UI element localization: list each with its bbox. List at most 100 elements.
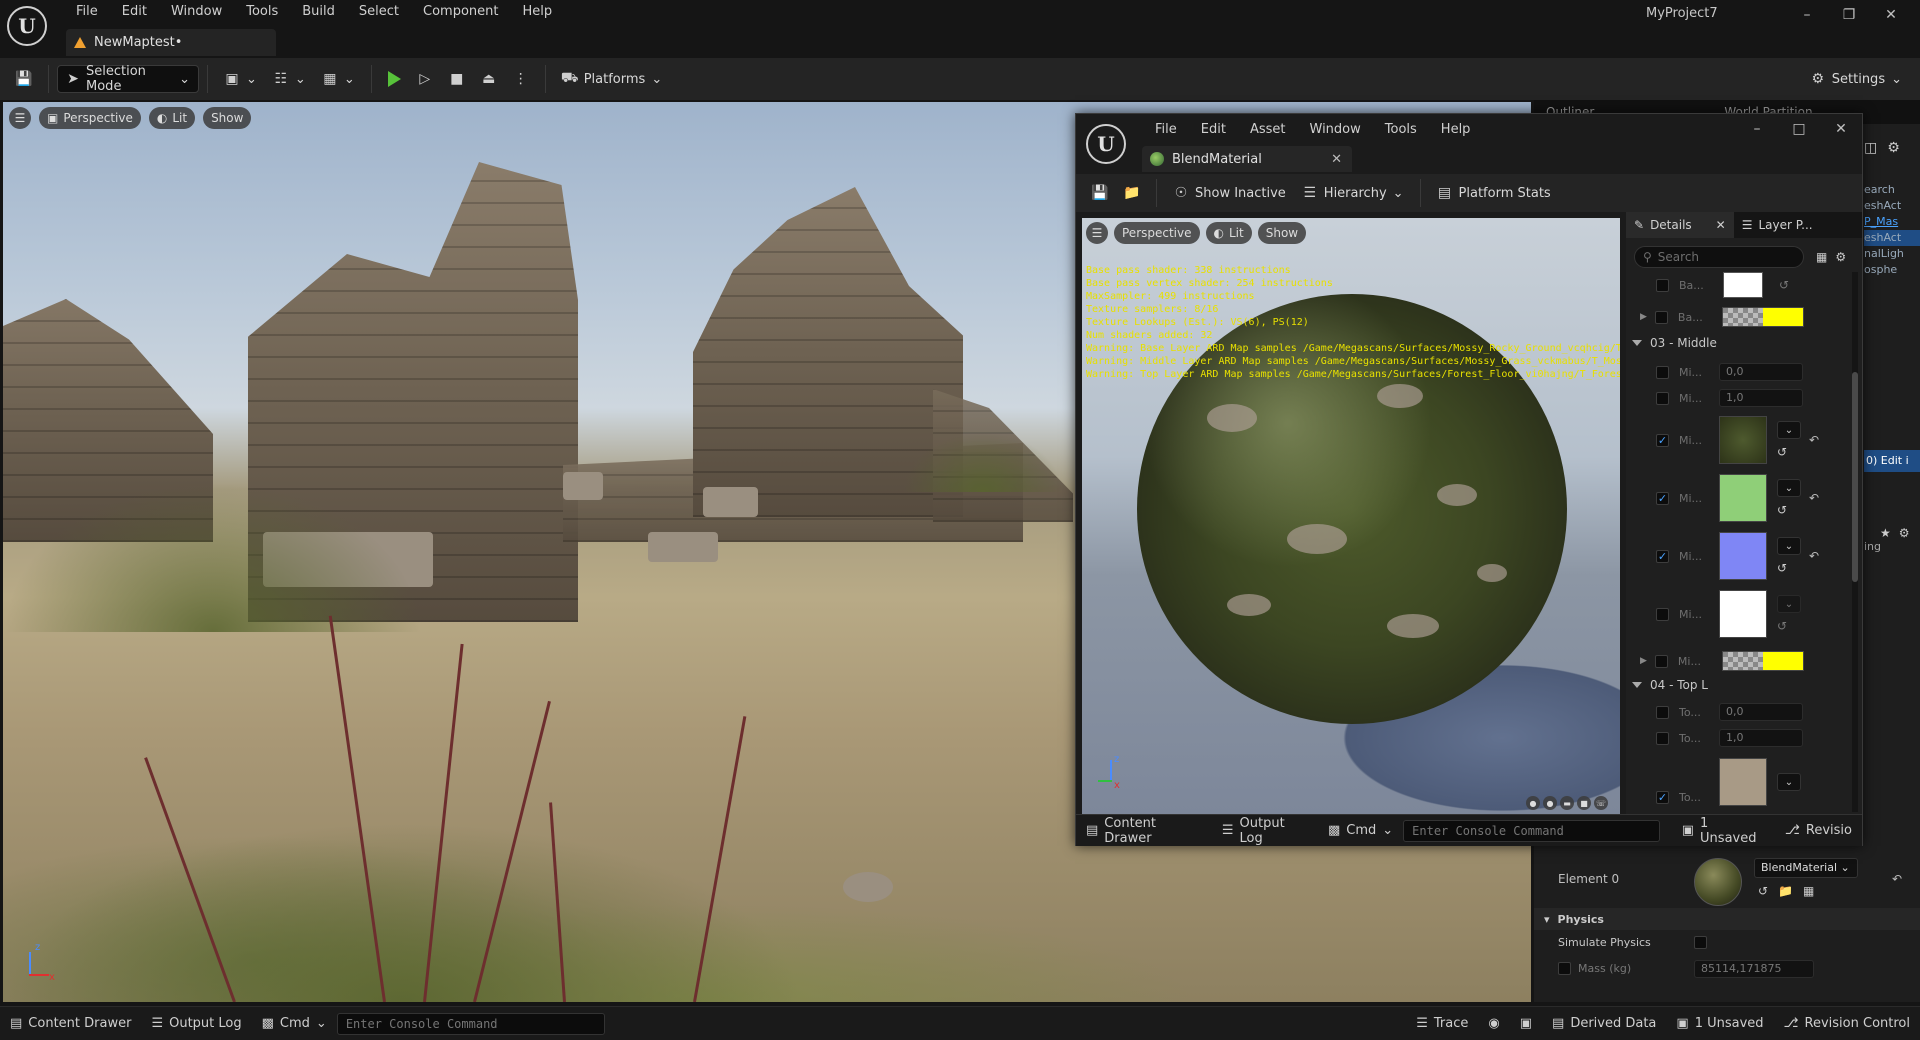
param-checkbox[interactable] [1656,731,1669,745]
hamburger-menu-icon[interactable]: ☰ [9,107,31,129]
trace-button[interactable]: ☰ Trace [1406,1010,1478,1038]
unreal-logo-icon[interactable]: U [1086,124,1126,164]
close-tab-icon[interactable]: ✕ [1716,218,1726,232]
param-checkbox-checked[interactable]: ✓ [1656,433,1669,447]
menu-file[interactable]: File [64,0,110,24]
material-thumbnail[interactable] [1694,858,1742,906]
revision-control-button[interactable]: ⎇ Revision Control [1774,1010,1920,1038]
outliner-item[interactable]: earch [1864,182,1920,198]
texture-thumbnail[interactable] [1719,758,1767,806]
hamburger-menu-icon[interactable]: ☰ [1086,222,1108,244]
param-number-field[interactable]: 1,0 [1719,729,1803,747]
revision-control-button[interactable]: ⎇ Revisio [1775,817,1862,845]
reset-arrow-icon[interactable]: ↶ [1809,549,1819,563]
material-tab[interactable]: BlendMaterial ✕ [1142,146,1352,172]
use-selected-icon[interactable]: ↺ [1779,278,1789,292]
menu-component[interactable]: Component [411,0,510,24]
gear-icon[interactable]: ⚙ [1835,250,1846,264]
platforms-dropdown[interactable]: ⛟ Platforms ⌄ [554,65,671,93]
menu-build[interactable]: Build [290,0,347,24]
derived-data-button[interactable]: ▤ Derived Data [1542,1010,1666,1038]
lit-button[interactable]: ◐ Lit [148,107,196,129]
category-middle-layer[interactable]: 03 - Middle [1632,336,1852,350]
menu-select[interactable]: Select [347,0,411,24]
settings-dropdown[interactable]: ⚙ Settings ⌄ [1802,65,1910,93]
play-options-button[interactable]: ⋮ [505,65,537,93]
use-selected-icon[interactable]: ↺ [1777,561,1801,575]
platform-stats-button[interactable]: ▤ Platform Stats [1429,179,1559,207]
show-button[interactable]: Show [203,107,252,129]
menu-edit[interactable]: Edit [110,0,159,24]
chevron-down-icon[interactable]: ⌄ [1777,595,1801,613]
restore-icon[interactable]: ❐ [1828,0,1870,30]
minimize-icon[interactable]: – [1736,114,1778,144]
param-number-field[interactable]: 1,0 [1719,389,1803,407]
tab-details[interactable]: ✎ Details ✕ [1626,212,1734,238]
param-checkbox[interactable] [1656,607,1669,621]
cube-icon[interactable]: ■ [1577,796,1591,810]
content-drawer-button[interactable]: ▤ Content Drawer [0,1010,141,1038]
output-log-button[interactable]: ☰ Output Log [141,1010,251,1038]
unsaved-button[interactable]: ▣ 1 Unsaved [1666,1010,1773,1038]
details-search-input[interactable]: ⚲ Search [1634,246,1804,268]
teapot-icon[interactable]: ☏ [1594,796,1608,810]
browse-icon[interactable]: 📁 [1116,179,1148,207]
category-top-layer[interactable]: 04 - Top L [1632,678,1852,692]
param-checkbox[interactable] [1656,365,1669,379]
use-selected-icon[interactable]: ↺ [1777,445,1801,459]
texture-thumbnail[interactable] [1719,474,1767,522]
menu-window[interactable]: Window [159,0,234,24]
param-checkbox-checked[interactable]: ✓ [1656,790,1669,804]
details-scrollbar[interactable] [1852,272,1858,812]
param-gradient-swatch[interactable] [1721,307,1804,327]
use-selected-icon[interactable]: ↺ [1758,884,1768,898]
tab-layer-parameters[interactable]: ☰ Layer P... [1734,212,1821,238]
param-checkbox[interactable] [1654,310,1668,324]
unreal-logo-icon[interactable]: U [7,6,47,46]
stop-button[interactable]: ■ [441,65,473,93]
show-inactive-button[interactable]: ☉ Show Inactive [1165,179,1294,207]
add-folder-icon[interactable]: ◫ [1864,140,1877,156]
menu-asset[interactable]: Asset [1238,118,1298,142]
texture-thumbnail[interactable] [1719,532,1767,580]
menu-tools[interactable]: Tools [1373,118,1429,142]
browse-icon[interactable]: 📁 [1778,884,1793,898]
reset-arrow-icon[interactable]: ↶ [1809,491,1819,505]
use-selected-icon[interactable]: ↺ [1777,503,1801,517]
blueprint-button[interactable]: ☷ ⌄ [265,65,314,93]
chevron-down-icon[interactable]: ⌄ [1777,421,1801,439]
close-tab-icon[interactable]: ✕ [1331,152,1342,167]
texture-thumbnail[interactable] [1719,416,1767,464]
perspective-button[interactable]: Perspective [1114,222,1200,244]
edit-button-fragment[interactable]: 0) Edit i [1864,450,1920,472]
reset-arrow-icon[interactable]: ↶ [1892,872,1902,886]
star-icon[interactable]: ★ [1880,526,1891,540]
scrollbar-thumb[interactable] [1852,372,1858,582]
output-log-button[interactable]: ☰ Output Log [1212,816,1318,846]
show-button[interactable]: Show [1257,222,1307,244]
cylinder-icon[interactable]: ● [1526,796,1540,810]
add-actor-button[interactable]: ▣ ⌄ [216,65,265,93]
param-checkbox-checked[interactable]: ✓ [1656,549,1669,563]
cmd-dropdown[interactable]: ▩ Cmd ⌄ [252,1010,337,1038]
param-checkbox-checked[interactable]: ✓ [1656,491,1669,505]
perspective-button[interactable]: ▣ Perspective [39,107,141,129]
content-drawer-button[interactable]: ▤ Content Drawer [1076,816,1212,846]
chevron-down-icon[interactable]: ⌄ [1777,537,1801,555]
param-gradient-swatch[interactable] [1721,651,1804,671]
selection-mode-dropdown[interactable]: ➤ Selection Mode ⌄ [57,64,199,94]
close-icon[interactable]: ✕ [1820,114,1862,144]
simulate-physics-checkbox[interactable] [1694,936,1707,949]
cinematics-button[interactable]: ▦ ⌄ [314,65,363,93]
console-command-input[interactable] [336,1012,605,1035]
use-selected-icon[interactable]: ↺ [1777,619,1801,633]
outliner-item-selected[interactable]: P_Mas [1864,214,1920,230]
param-number-field[interactable]: 0,0 [1719,703,1803,721]
param-checkbox[interactable] [1656,278,1669,292]
texture-thumbnail[interactable] [1719,590,1767,638]
grid-view-icon[interactable]: ▦ [1816,250,1827,264]
unsaved-button[interactable]: ▣ 1 Unsaved [1672,816,1775,846]
param-number-field[interactable]: 0,0 [1719,363,1803,381]
cmd-dropdown[interactable]: ▩ Cmd ⌄ [1318,817,1403,845]
save-icon[interactable]: 💾 [1084,179,1116,207]
